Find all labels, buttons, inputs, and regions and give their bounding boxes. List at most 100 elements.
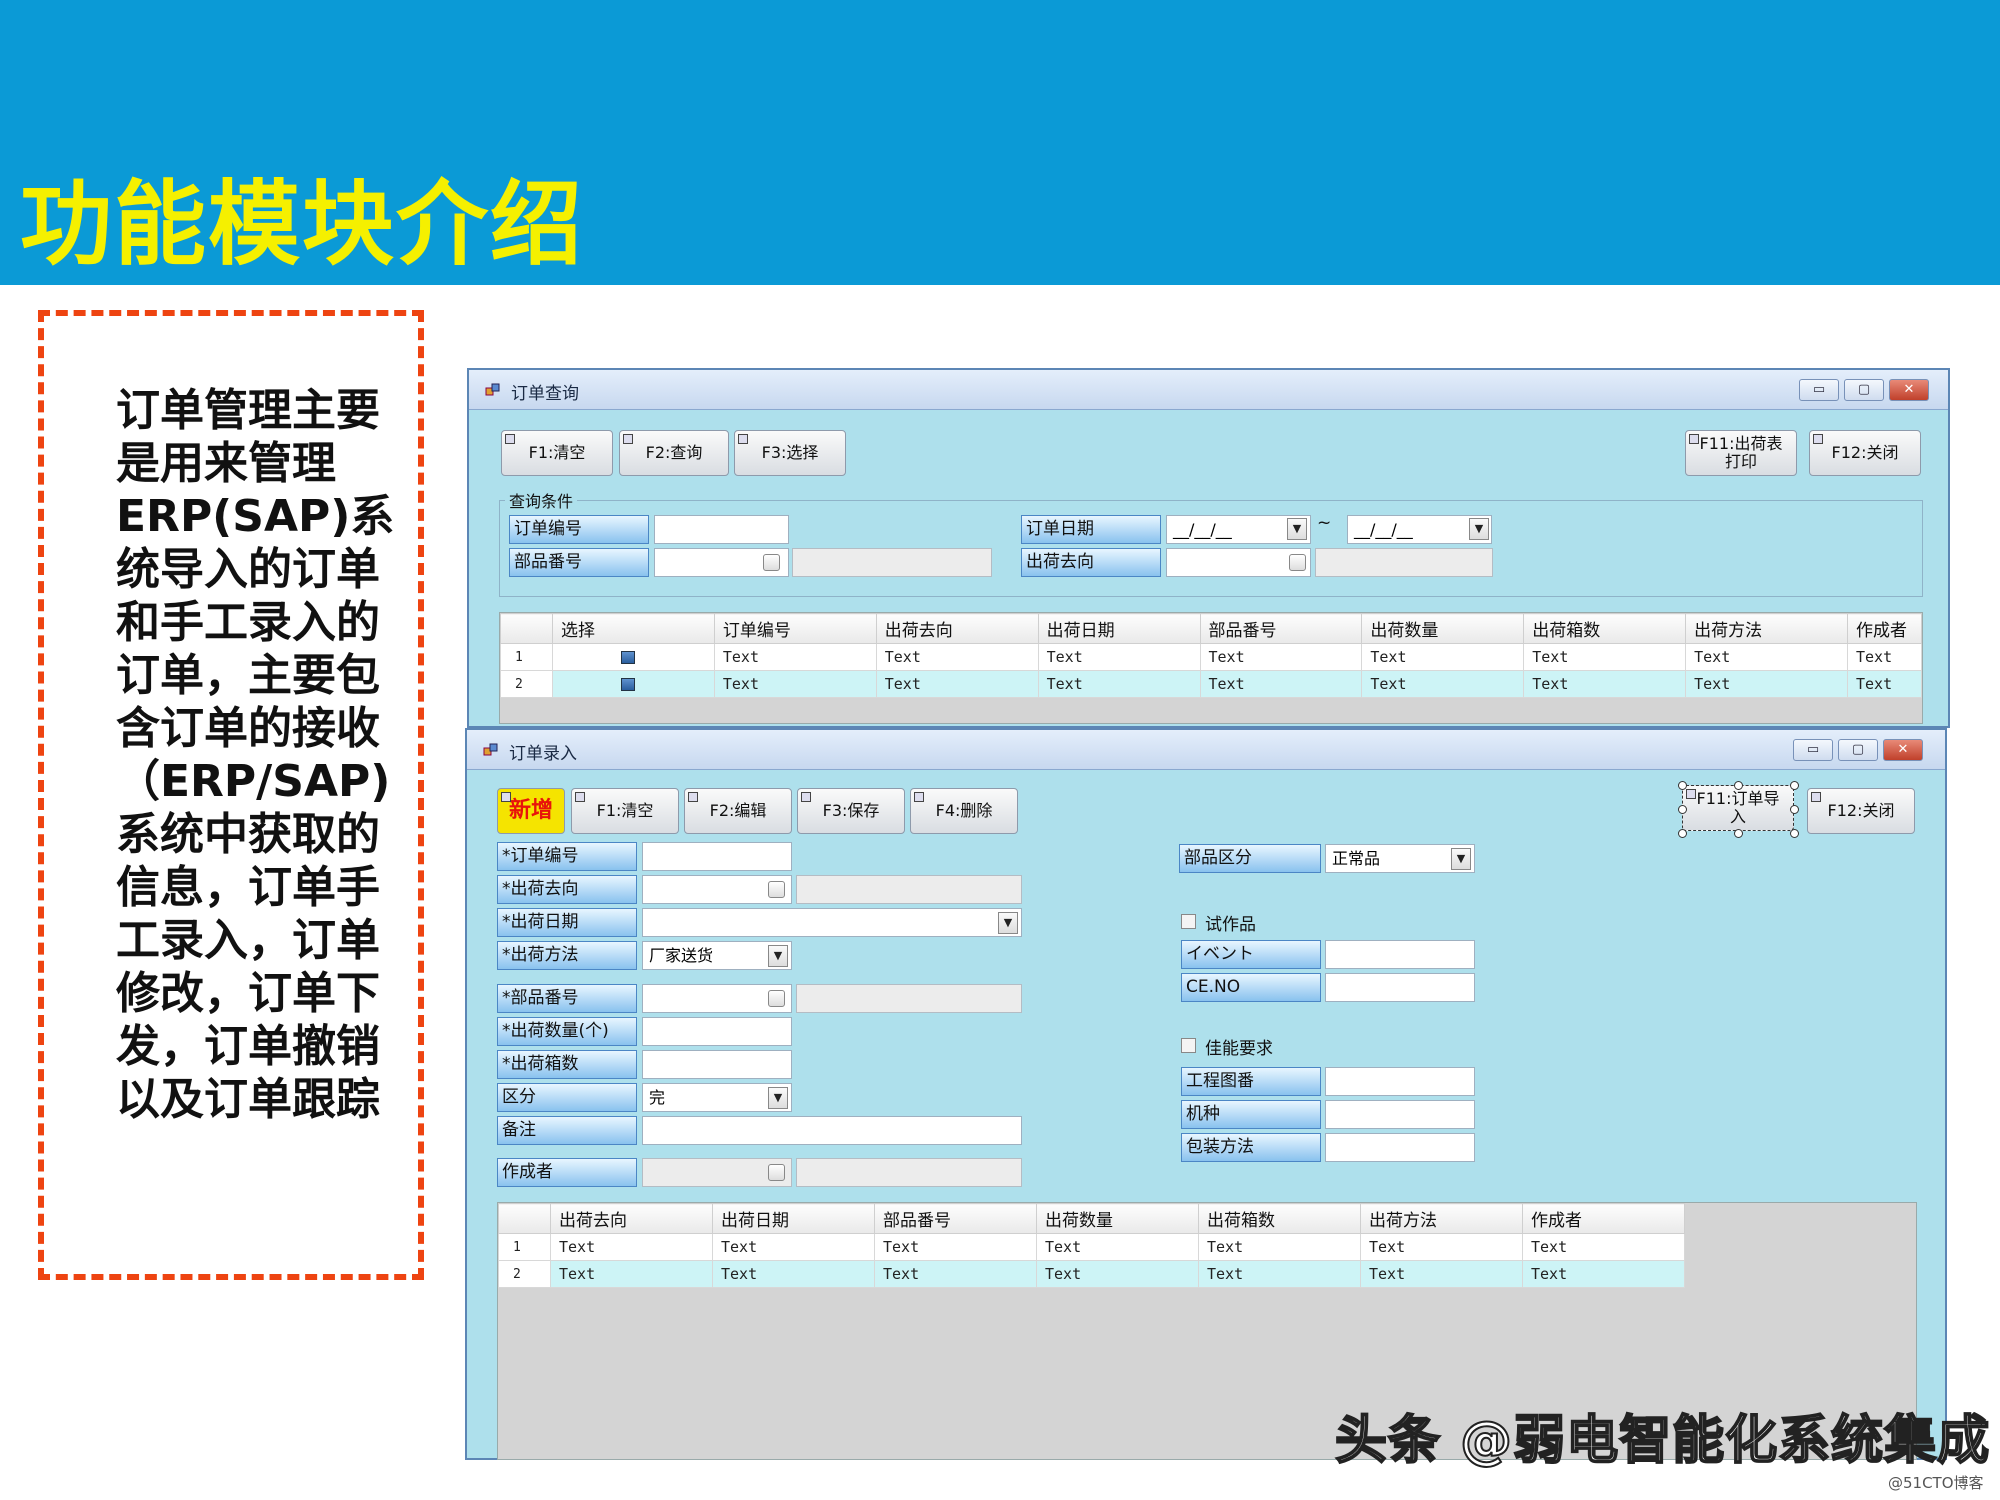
part-category-dropdown-icon[interactable]: ▼ <box>1451 848 1471 870</box>
save-button[interactable]: F3:保存 <box>797 788 905 834</box>
resize-handle[interactable] <box>1734 781 1743 790</box>
grid-column-header[interactable]: 出荷箱数 <box>1198 1203 1361 1234</box>
grid-column-header[interactable]: 出荷日期 <box>1037 613 1201 644</box>
table-cell[interactable]: Text <box>1198 1260 1361 1288</box>
order-no-input[interactable] <box>642 842 792 871</box>
grid-column-header[interactable]: 出荷日期 <box>712 1203 875 1234</box>
table-cell[interactable]: Text <box>550 1233 713 1261</box>
table-cell[interactable]: Text <box>1198 1233 1361 1261</box>
delete-button[interactable]: F4:删除 <box>910 788 1018 834</box>
resize-handle[interactable] <box>1734 829 1743 838</box>
part-no-lookup-button[interactable] <box>768 990 785 1007</box>
select-button[interactable]: F3:选择 <box>734 430 846 476</box>
row-select-checkbox[interactable] <box>620 651 635 664</box>
ship-date-dropdown-icon[interactable]: ▼ <box>998 912 1018 934</box>
date-from-dropdown-icon[interactable]: ▼ <box>1287 518 1307 540</box>
remarks-input[interactable] <box>642 1116 1022 1145</box>
table-cell[interactable]: Text <box>1036 1233 1199 1261</box>
grid-column-header[interactable]: 出荷去向 <box>550 1203 713 1234</box>
table-cell[interactable]: Text <box>1037 643 1201 671</box>
table-row[interactable]: 2 Text Text Text Text Text Text Text Tex… <box>500 670 1922 698</box>
grid-column-header[interactable]: 出荷数量 <box>1036 1203 1199 1234</box>
grid-column-header[interactable]: 出荷数量 <box>1361 613 1525 644</box>
resize-handle[interactable] <box>1678 829 1687 838</box>
print-shipment-button[interactable]: F11:出荷表 打印 <box>1685 430 1797 476</box>
order-no-input[interactable] <box>654 515 789 544</box>
ce-no-input[interactable] <box>1325 973 1475 1002</box>
ship-method-dropdown-icon[interactable]: ▼ <box>768 945 788 967</box>
performance-requirement-checkbox[interactable] <box>1181 1038 1196 1053</box>
table-cell[interactable]: Text <box>1036 1260 1199 1288</box>
destination-lookup-button[interactable] <box>1289 554 1306 571</box>
boxes-input[interactable] <box>642 1050 792 1079</box>
creator-lookup-button[interactable] <box>768 1164 785 1181</box>
grid-column-header[interactable]: 部品番号 <box>1199 613 1363 644</box>
table-cell[interactable]: Text <box>874 1260 1037 1288</box>
select-cell[interactable] <box>551 643 715 671</box>
event-input[interactable] <box>1325 940 1475 969</box>
table-cell[interactable]: Text <box>1685 670 1848 698</box>
grid-column-header[interactable]: 订单编号 <box>713 613 877 644</box>
date-to-dropdown-icon[interactable]: ▼ <box>1469 518 1489 540</box>
table-cell[interactable]: Text <box>1847 643 1922 671</box>
trial-product-checkbox[interactable] <box>1181 914 1196 929</box>
table-cell[interactable]: Text <box>1360 1260 1523 1288</box>
ship-date-input[interactable] <box>642 908 1022 937</box>
table-cell[interactable]: Text <box>1037 670 1201 698</box>
grid-column-header[interactable]: 出荷箱数 <box>1523 613 1687 644</box>
search-button[interactable]: F2:查询 <box>619 430 729 476</box>
new-order-button[interactable]: 新增 <box>497 788 565 834</box>
table-cell[interactable]: Text <box>713 643 877 671</box>
packing-method-input[interactable] <box>1325 1133 1475 1162</box>
close-window-button[interactable]: ✕ <box>1889 379 1929 401</box>
resize-handle[interactable] <box>1790 805 1799 814</box>
table-cell[interactable]: Text <box>1685 643 1848 671</box>
select-cell[interactable] <box>551 670 715 698</box>
clear-button[interactable]: F1:清空 <box>501 430 613 476</box>
clear-button[interactable]: F1:清空 <box>571 788 679 834</box>
table-cell[interactable]: Text <box>1522 1260 1685 1288</box>
edit-button[interactable]: F2:编辑 <box>684 788 792 834</box>
minimize-button[interactable]: ▭ <box>1793 739 1833 761</box>
table-cell[interactable]: Text <box>1360 1233 1523 1261</box>
resize-handle[interactable] <box>1678 781 1687 790</box>
table-cell[interactable]: Text <box>712 1260 875 1288</box>
grid-column-header[interactable]: 部品番号 <box>874 1203 1037 1234</box>
category-dropdown-icon[interactable]: ▼ <box>768 1087 788 1109</box>
table-cell[interactable]: Text <box>874 1233 1037 1261</box>
grid-column-header[interactable]: 出荷方法 <box>1685 613 1848 644</box>
table-cell[interactable]: Text <box>1199 670 1363 698</box>
quantity-input[interactable] <box>642 1017 792 1046</box>
table-cell[interactable]: Text <box>1847 670 1922 698</box>
table-cell[interactable]: Text <box>875 670 1039 698</box>
grid-column-header[interactable]: 作成者 <box>1522 1203 1685 1234</box>
table-cell[interactable]: Text <box>1361 670 1525 698</box>
grid-column-header[interactable]: 出荷去向 <box>875 613 1039 644</box>
table-cell[interactable]: Text <box>875 643 1039 671</box>
grid-column-header[interactable]: 出荷方法 <box>1360 1203 1523 1234</box>
resize-handle[interactable] <box>1678 805 1687 814</box>
table-cell[interactable]: Text <box>550 1260 713 1288</box>
close-window-button[interactable]: ✕ <box>1883 739 1923 761</box>
minimize-button[interactable]: ▭ <box>1799 379 1839 401</box>
table-cell[interactable]: Text <box>1523 670 1687 698</box>
table-cell[interactable]: Text <box>713 670 877 698</box>
close-button[interactable]: F12:关闭 <box>1807 788 1915 834</box>
table-cell[interactable]: Text <box>1523 643 1687 671</box>
destination-lookup-button[interactable] <box>768 881 785 898</box>
grid-column-header[interactable]: 选择 <box>551 613 715 644</box>
grid-column-header[interactable]: 作成者 <box>1847 613 1922 644</box>
table-cell[interactable]: Text <box>1522 1233 1685 1261</box>
maximize-button[interactable]: ▢ <box>1838 739 1878 761</box>
table-cell[interactable]: Text <box>1361 643 1525 671</box>
close-button[interactable]: F12:关闭 <box>1809 430 1921 476</box>
import-order-button[interactable]: F11:订单导入 <box>1682 785 1794 831</box>
part-no-lookup-button[interactable] <box>763 554 780 571</box>
maximize-button[interactable]: ▢ <box>1844 379 1884 401</box>
row-select-checkbox[interactable] <box>620 678 635 691</box>
table-cell[interactable]: Text <box>1199 643 1363 671</box>
drawing-no-input[interactable] <box>1325 1067 1475 1096</box>
table-row[interactable]: 2 Text Text Text Text Text Text Text <box>498 1260 1685 1288</box>
resize-handle[interactable] <box>1790 829 1799 838</box>
table-row[interactable]: 1 Text Text Text Text Text Text Text <box>498 1233 1685 1261</box>
